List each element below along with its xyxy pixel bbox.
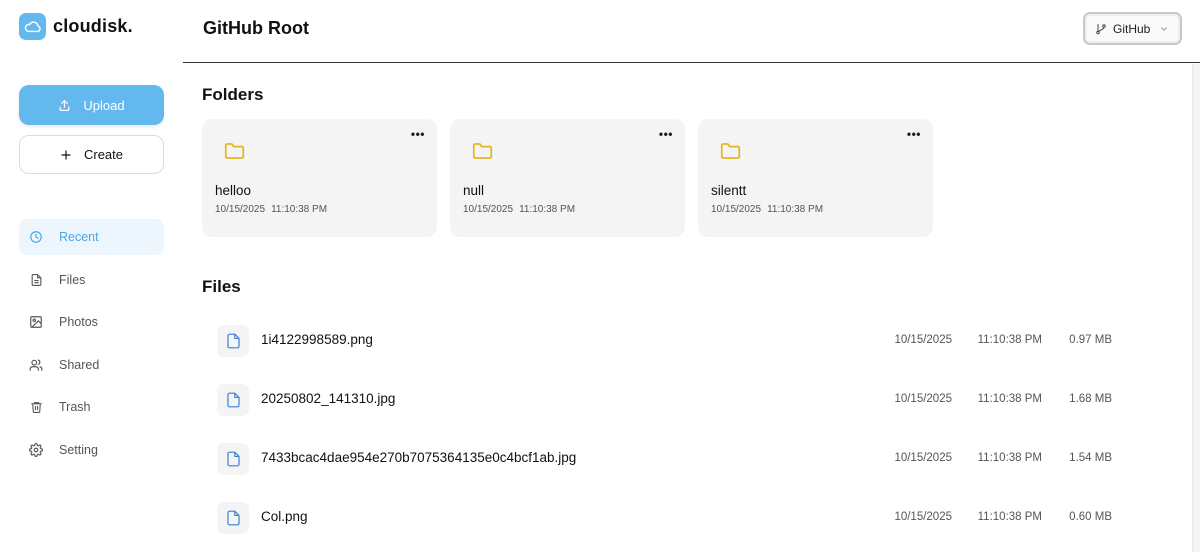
folder-date: 10/15/2025 xyxy=(711,204,762,215)
file-icon xyxy=(217,443,249,475)
file-name: 7433bcac4dae954e270b7075364135e0c4bcf1ab… xyxy=(261,450,577,465)
file-row[interactable]: 1i4122998589.png 10/15/2025 11:10:38 PM … xyxy=(202,316,1122,366)
folder-card[interactable]: ••• null 10/15/2025 11:10:38 PM xyxy=(450,119,685,237)
folder-icon xyxy=(472,142,493,160)
folder-card[interactable]: ••• silentt 10/15/2025 11:10:38 PM xyxy=(698,119,933,237)
sidebar-nav: Recent Files Photos Shared Trash Setting xyxy=(19,219,164,474)
header: GitHub Root GitHub xyxy=(183,0,1200,63)
more-options-icon[interactable]: ••• xyxy=(659,127,673,141)
git-branch-icon xyxy=(1095,23,1107,35)
upload-label: Upload xyxy=(83,97,125,113)
more-options-icon[interactable]: ••• xyxy=(411,127,425,141)
folder-time: 11:10:38 PM xyxy=(767,204,824,215)
folder-date: 10/15/2025 xyxy=(463,204,514,215)
file-date: 10/15/2025 xyxy=(894,393,952,405)
folder-meta: 10/15/2025 11:10:38 PM xyxy=(463,204,575,215)
file-row[interactable]: 7433bcac4dae954e270b7075364135e0c4bcf1ab… xyxy=(202,434,1122,484)
folder-time: 11:10:38 PM xyxy=(519,204,576,215)
file-time: 11:10:38 PM xyxy=(977,511,1042,523)
file-name: Col.png xyxy=(261,509,308,524)
file-name: 20250802_141310.jpg xyxy=(261,391,396,406)
file-icon xyxy=(217,502,249,534)
folder-icon xyxy=(720,142,741,160)
file-size: 0.60 MB xyxy=(1069,511,1112,523)
file-row[interactable]: 20250802_141310.jpg 10/15/2025 11:10:38 … xyxy=(202,375,1122,425)
upload-icon xyxy=(58,99,71,112)
sidebar-item-label: Recent xyxy=(59,230,99,244)
file-icon xyxy=(217,384,249,416)
scrollbar[interactable] xyxy=(1192,64,1200,552)
create-button[interactable]: Create xyxy=(19,135,164,174)
page-title: GitHub Root xyxy=(203,18,309,38)
source-select[interactable]: GitHub xyxy=(1083,12,1182,45)
file-icon xyxy=(29,273,43,287)
upload-button[interactable]: Upload xyxy=(19,85,164,125)
create-label: Create xyxy=(83,147,124,162)
sidebar-item-label: Photos xyxy=(59,315,98,329)
trash-icon xyxy=(29,400,43,414)
folder-name: null xyxy=(463,183,485,198)
cloud-logo-icon xyxy=(19,13,46,40)
file-date: 10/15/2025 xyxy=(894,511,952,523)
file-time: 11:10:38 PM xyxy=(977,393,1042,405)
file-time: 11:10:38 PM xyxy=(977,334,1042,346)
chevron-down-icon xyxy=(1159,24,1169,34)
users-icon xyxy=(29,358,43,372)
folder-icon xyxy=(224,142,245,160)
sidebar-item-label: Trash xyxy=(59,400,91,414)
sidebar-item-photos[interactable]: Photos xyxy=(19,304,164,340)
sidebar-item-label: Shared xyxy=(59,357,100,372)
brand-name: cloudisk. xyxy=(53,16,133,36)
more-options-icon[interactable]: ••• xyxy=(907,127,921,141)
folder-meta: 10/15/2025 11:10:38 PM xyxy=(215,204,327,215)
file-size: 1.68 MB xyxy=(1069,393,1112,405)
file-size: 1.54 MB xyxy=(1069,452,1112,464)
source-select-value: GitHub xyxy=(1113,21,1151,36)
image-icon xyxy=(29,315,43,329)
folder-meta: 10/15/2025 11:10:38 PM xyxy=(711,204,823,215)
folder-name: silentt xyxy=(711,183,747,198)
sidebar-item-recent[interactable]: Recent xyxy=(19,219,164,255)
sidebar-item-setting[interactable]: Setting xyxy=(19,432,164,468)
file-size: 0.97 MB xyxy=(1069,334,1112,346)
sidebar: cloudisk. Upload Create Recent Files Pho… xyxy=(0,0,183,552)
file-icon xyxy=(217,325,249,357)
sidebar-item-trash[interactable]: Trash xyxy=(19,389,164,425)
gear-icon xyxy=(29,442,43,457)
plus-icon xyxy=(60,149,72,161)
file-row[interactable]: Col.png 10/15/2025 11:10:38 PM 0.60 MB xyxy=(202,493,1122,543)
folder-card[interactable]: ••• helloo 10/15/2025 11:10:38 PM xyxy=(202,119,437,237)
folders-section-title: Folders xyxy=(202,85,264,104)
sidebar-item-shared[interactable]: Shared xyxy=(19,347,164,383)
file-time: 11:10:38 PM xyxy=(977,452,1042,464)
sidebar-item-label: Setting xyxy=(59,442,98,457)
file-name: 1i4122998589.png xyxy=(261,332,373,347)
clock-icon xyxy=(29,230,43,244)
folder-name: helloo xyxy=(215,183,252,198)
file-date: 10/15/2025 xyxy=(894,334,952,346)
brand[interactable]: cloudisk. xyxy=(19,13,133,40)
sidebar-item-files[interactable]: Files xyxy=(19,262,164,298)
file-date: 10/15/2025 xyxy=(894,452,952,464)
sidebar-item-label: Files xyxy=(59,272,86,287)
folder-time: 11:10:38 PM xyxy=(271,204,328,215)
folder-date: 10/15/2025 xyxy=(215,204,266,215)
files-section-title: Files xyxy=(202,277,241,296)
